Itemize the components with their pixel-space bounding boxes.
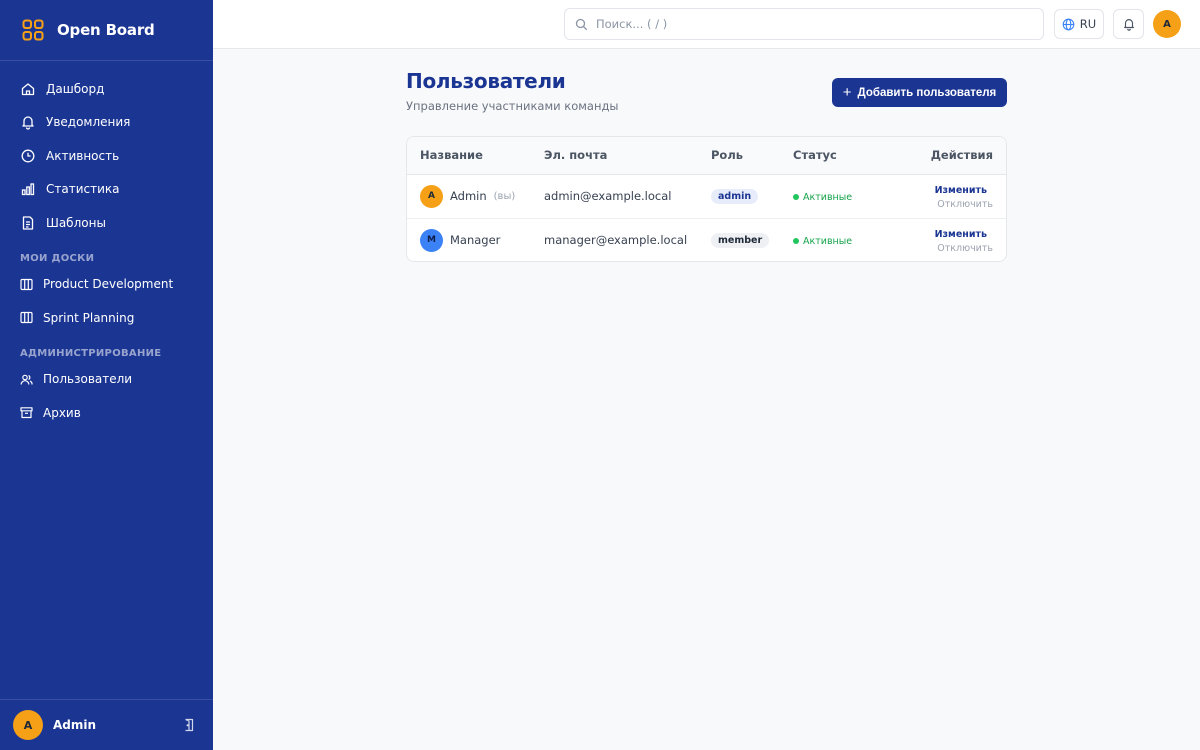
column-header-name: Название — [407, 137, 544, 175]
sidebar-item-activity[interactable]: Активность — [0, 139, 213, 173]
sidebar-item-label: Sprint Planning — [43, 310, 135, 325]
column-header-email: Эл. почта — [544, 137, 711, 175]
page-title: Пользователи — [406, 69, 566, 93]
column-header-role: Роль — [711, 137, 793, 175]
language-label: RU — [1079, 17, 1097, 31]
edit-button[interactable]: Изменить — [935, 229, 987, 240]
archive-icon — [20, 406, 33, 419]
avatar: A — [420, 184, 443, 208]
app-name: Open Board — [57, 21, 155, 39]
user-name: Manager — [450, 233, 501, 248]
users-icon — [20, 373, 33, 386]
sidebar-item-label: Пользователи — [43, 372, 133, 387]
sidebar-item-label: Статистика — [46, 182, 120, 197]
board-icon — [20, 278, 33, 291]
plus-icon: + — [842, 84, 852, 101]
home-icon — [20, 81, 36, 97]
sidebar-item-users[interactable]: Пользователи — [0, 363, 213, 397]
table-row: M Manager manager@example.local member А… — [407, 217, 1006, 261]
user-name: Admin — [53, 718, 97, 732]
bar-chart-icon — [20, 181, 36, 197]
sidebar-item-sprint-planning[interactable]: Sprint Planning — [0, 301, 213, 335]
column-header-actions: Действия — [889, 137, 1006, 175]
add-user-label: Добавить пользователя — [857, 86, 997, 99]
status-badge: Активные — [793, 236, 852, 247]
sidebar-item-statistics[interactable]: Статистика — [0, 173, 213, 207]
sidebar-item-templates[interactable]: Шаблоны — [0, 206, 213, 240]
sidebar-nav: Дашборд Уведомления Активность Статистик… — [0, 61, 213, 430]
user-email: admin@example.local — [544, 189, 672, 203]
disable-button[interactable]: Отключить — [937, 199, 993, 210]
brand[interactable]: Open Board — [0, 0, 213, 61]
sidebar-item-label: Дашборд — [46, 81, 105, 96]
sidebar-item-label: Уведомления — [46, 115, 131, 130]
language-button[interactable]: RU — [1054, 9, 1104, 39]
users-table: Название Эл. почта Роль Статус Действия … — [406, 136, 1007, 262]
section-label-boards: Мои доски — [20, 252, 95, 264]
board-icon — [20, 311, 33, 324]
disable-button[interactable]: Отключить — [937, 243, 993, 254]
status-dot-icon — [793, 194, 799, 200]
top-bar: RU A — [213, 0, 1200, 49]
bell-icon — [1123, 19, 1134, 31]
document-icon — [20, 215, 36, 231]
table-row: A Admin (вы) admin@example.local admin А… — [407, 174, 1006, 218]
edit-button[interactable]: Изменить — [935, 185, 987, 196]
sidebar-item-label: Активность — [46, 148, 120, 163]
status-label: Активные — [803, 191, 853, 203]
status-dot-icon — [793, 238, 799, 245]
sidebar-item-label: Product Development — [43, 277, 174, 292]
sidebar-item-dashboard[interactable]: Дашборд — [0, 72, 213, 106]
notifications-button[interactable] — [1113, 9, 1144, 39]
page-subtitle: Управление участниками команды — [406, 99, 619, 113]
role-badge: admin — [711, 189, 759, 204]
user-avatar[interactable]: A — [1153, 10, 1181, 38]
section-label-admin: Администрирование — [20, 347, 162, 359]
column-header-status: Статус — [793, 137, 889, 175]
add-user-button[interactable]: + Добавить пользователя — [832, 78, 1007, 107]
search-icon — [575, 18, 588, 30]
status-badge: Активные — [793, 192, 852, 203]
role-badge: member — [711, 233, 770, 249]
sidebar-item-archive[interactable]: Архив — [0, 396, 213, 430]
status-label: Активные — [803, 235, 853, 247]
sidebar-item-label: Шаблоны — [46, 215, 106, 230]
clock-icon — [20, 148, 36, 164]
avatar: M — [420, 228, 443, 252]
user-email: manager@example.local — [544, 217, 711, 261]
sidebar-item-notifications[interactable]: Уведомления — [0, 106, 213, 140]
sidebar-item-label: Архив — [43, 405, 81, 420]
sidebar: Open Board Дашборд Уведомления Активност… — [0, 0, 213, 750]
search-box[interactable] — [564, 8, 1044, 40]
search-input[interactable] — [596, 17, 1016, 31]
you-label: (вы) — [493, 190, 516, 202]
sidebar-item-product-development[interactable]: Product Development — [0, 268, 213, 302]
bell-icon — [20, 114, 36, 130]
globe-icon — [1062, 18, 1075, 30]
user-name: Admin — [450, 189, 487, 203]
logout-icon[interactable] — [182, 718, 196, 732]
avatar[interactable]: A — [13, 710, 43, 740]
table-header: Название Эл. почта Роль Статус Действия — [407, 137, 1006, 175]
logo-icon — [22, 19, 44, 41]
sidebar-user: A Admin — [0, 699, 213, 750]
